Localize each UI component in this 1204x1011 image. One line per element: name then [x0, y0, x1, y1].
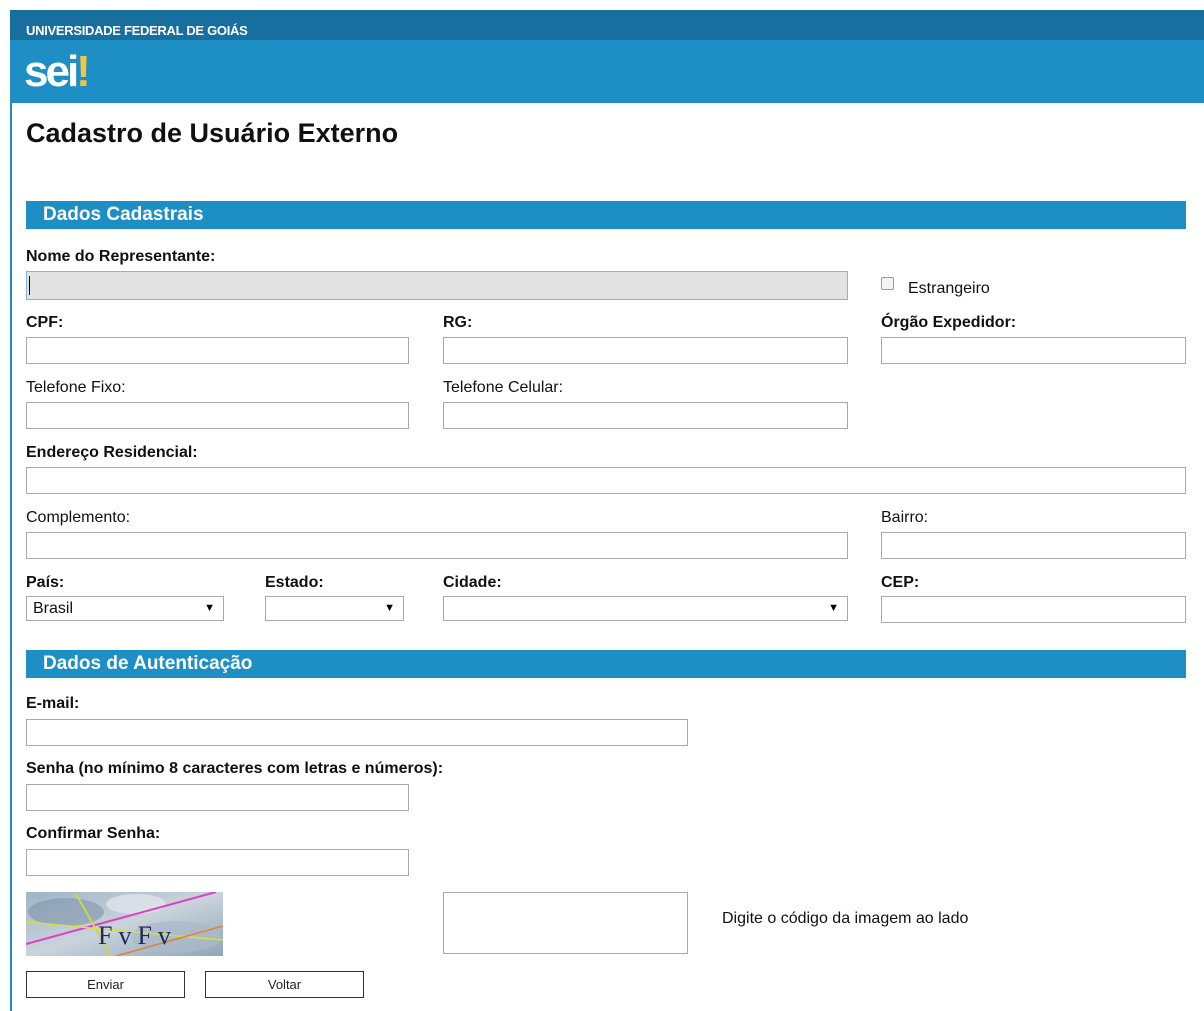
captcha-graphic: FvFv [26, 892, 223, 956]
email-input[interactable] [26, 719, 688, 746]
estrangeiro-label: Estrangeiro [908, 280, 990, 297]
text-caret [29, 276, 30, 295]
estado-label: Estado: [265, 574, 324, 591]
bairro-label: Bairro: [881, 509, 929, 526]
institution-bar: UNIVERSIDADE FEDERAL DE GOIÁS [10, 10, 1204, 40]
email-label: E-mail: [26, 695, 80, 712]
cpf-input[interactable] [26, 337, 409, 364]
telefone-fixo-input[interactable] [26, 402, 409, 429]
pais-selected-value: Brasil [33, 600, 74, 617]
telefone-celular-input[interactable] [443, 402, 848, 429]
captcha-input[interactable] [443, 892, 688, 954]
endereco-input[interactable] [26, 467, 1186, 494]
captcha-code: FvFv [98, 921, 177, 950]
pais-label: País: [26, 574, 65, 591]
telefone-celular-label: Telefone Celular: [443, 379, 564, 396]
rg-label: RG: [443, 314, 473, 331]
estado-select[interactable]: ▼ [265, 596, 404, 621]
bairro-input[interactable] [881, 532, 1186, 559]
enviar-button[interactable]: Enviar [26, 971, 185, 998]
sei-logo[interactable]: sei! [24, 47, 91, 96]
top-strip [0, 0, 1204, 10]
telefone-fixo-label: Telefone Fixo: [26, 379, 126, 396]
senha-label: Senha (no mínimo 8 caracteres com letras… [26, 760, 444, 777]
section-title: Dados Cadastrais [43, 204, 204, 225]
left-border [10, 103, 12, 1011]
rg-input[interactable] [443, 337, 848, 364]
voltar-button[interactable]: Voltar [205, 971, 364, 998]
nome-input[interactable] [26, 271, 848, 300]
complemento-label: Complemento: [26, 509, 131, 526]
cep-input[interactable] [881, 596, 1186, 623]
logo-text: sei [24, 47, 79, 96]
cidade-select[interactable]: ▼ [443, 596, 848, 621]
confirmar-senha-input[interactable] [26, 849, 409, 876]
orgao-expedidor-input[interactable] [881, 337, 1186, 364]
page-title: Cadastro de Usuário Externo [26, 118, 399, 148]
endereco-label: Endereço Residencial: [26, 444, 198, 461]
section-dados-cadastrais: Dados Cadastrais [26, 201, 1186, 229]
section-dados-autenticacao: Dados de Autenticação [26, 650, 1186, 678]
cidade-label: Cidade: [443, 574, 502, 591]
complemento-input[interactable] [26, 532, 848, 559]
pais-select[interactable]: Brasil ▼ [26, 596, 224, 621]
nome-label: Nome do Representante: [26, 248, 216, 265]
captcha-image: FvFv [26, 892, 223, 956]
senha-input[interactable] [26, 784, 409, 811]
dropdown-arrow-icon: ▼ [828, 602, 839, 614]
cpf-label: CPF: [26, 314, 64, 331]
dropdown-arrow-icon: ▼ [384, 602, 395, 614]
logo-mark: ! [76, 47, 91, 96]
dropdown-arrow-icon: ▼ [204, 602, 215, 614]
confirmar-senha-label: Confirmar Senha: [26, 825, 161, 842]
orgao-expedidor-label: Órgão Expedidor: [881, 314, 1017, 331]
captcha-hint: Digite o código da imagem ao lado [722, 910, 969, 927]
site-header: UNIVERSIDADE FEDERAL DE GOIÁS sei! [10, 10, 1204, 103]
section-title: Dados de Autenticação [43, 653, 253, 674]
estrangeiro-checkbox[interactable] [881, 277, 894, 290]
cep-label: CEP: [881, 574, 920, 591]
institution-name: UNIVERSIDADE FEDERAL DE GOIÁS [26, 23, 248, 38]
